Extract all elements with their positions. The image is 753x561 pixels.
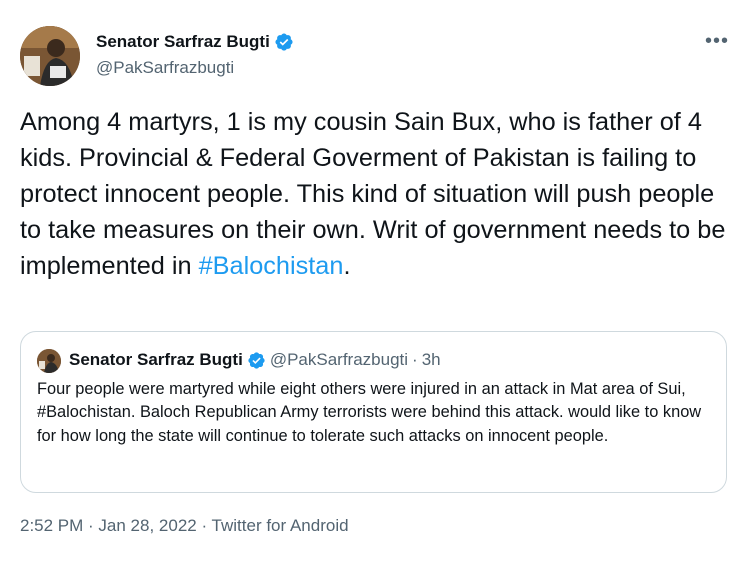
meta-separator: ·: [196, 516, 212, 535]
quoted-author-avatar: [37, 349, 61, 373]
verified-badge-icon: [274, 32, 294, 52]
tweet-date[interactable]: Jan 28, 2022: [98, 516, 196, 535]
tweet-text-end: .: [343, 252, 351, 280]
quoted-author-handle: @PakSarfrazbugti: [269, 350, 409, 369]
author-name[interactable]: Senator Sarfraz Bugti: [96, 32, 270, 52]
tweet-source[interactable]: Twitter for Android: [212, 516, 349, 535]
quoted-timestamp[interactable]: 3h: [422, 350, 441, 370]
quoted-separator: ·: [412, 350, 418, 369]
tweet-text: Among 4 martyrs, 1 is my cousin Sain Bux…: [20, 104, 732, 284]
author-name-row: Senator Sarfraz Bugti: [96, 32, 294, 52]
quoted-tweet-card[interactable]: Senator Sarfraz Bugti @PakSarfrazbugti ·…: [20, 331, 727, 493]
tweet-metadata: 2:52 PM · Jan 28, 2022 · Twitter for And…: [20, 516, 349, 536]
author-avatar[interactable]: [20, 26, 80, 86]
quoted-verified-badge-icon: [247, 351, 266, 370]
hashtag-link[interactable]: #Balochistan: [199, 252, 344, 280]
quoted-tweet-header: Senator Sarfraz Bugti @PakSarfrazbugti ·…: [69, 350, 441, 370]
author-handle[interactable]: @PakSarfrazbugti: [96, 58, 234, 78]
meta-separator: ·: [83, 516, 99, 535]
tweet-text-body: Among 4 martyrs, 1 is my cousin Sain Bux…: [20, 108, 726, 280]
tweet-time[interactable]: 2:52 PM: [20, 516, 83, 535]
quoted-author-name: Senator Sarfraz Bugti: [69, 350, 243, 369]
quoted-tweet-text: Four people were martyred while eight ot…: [37, 380, 702, 445]
more-options-icon[interactable]: •••: [705, 30, 729, 53]
